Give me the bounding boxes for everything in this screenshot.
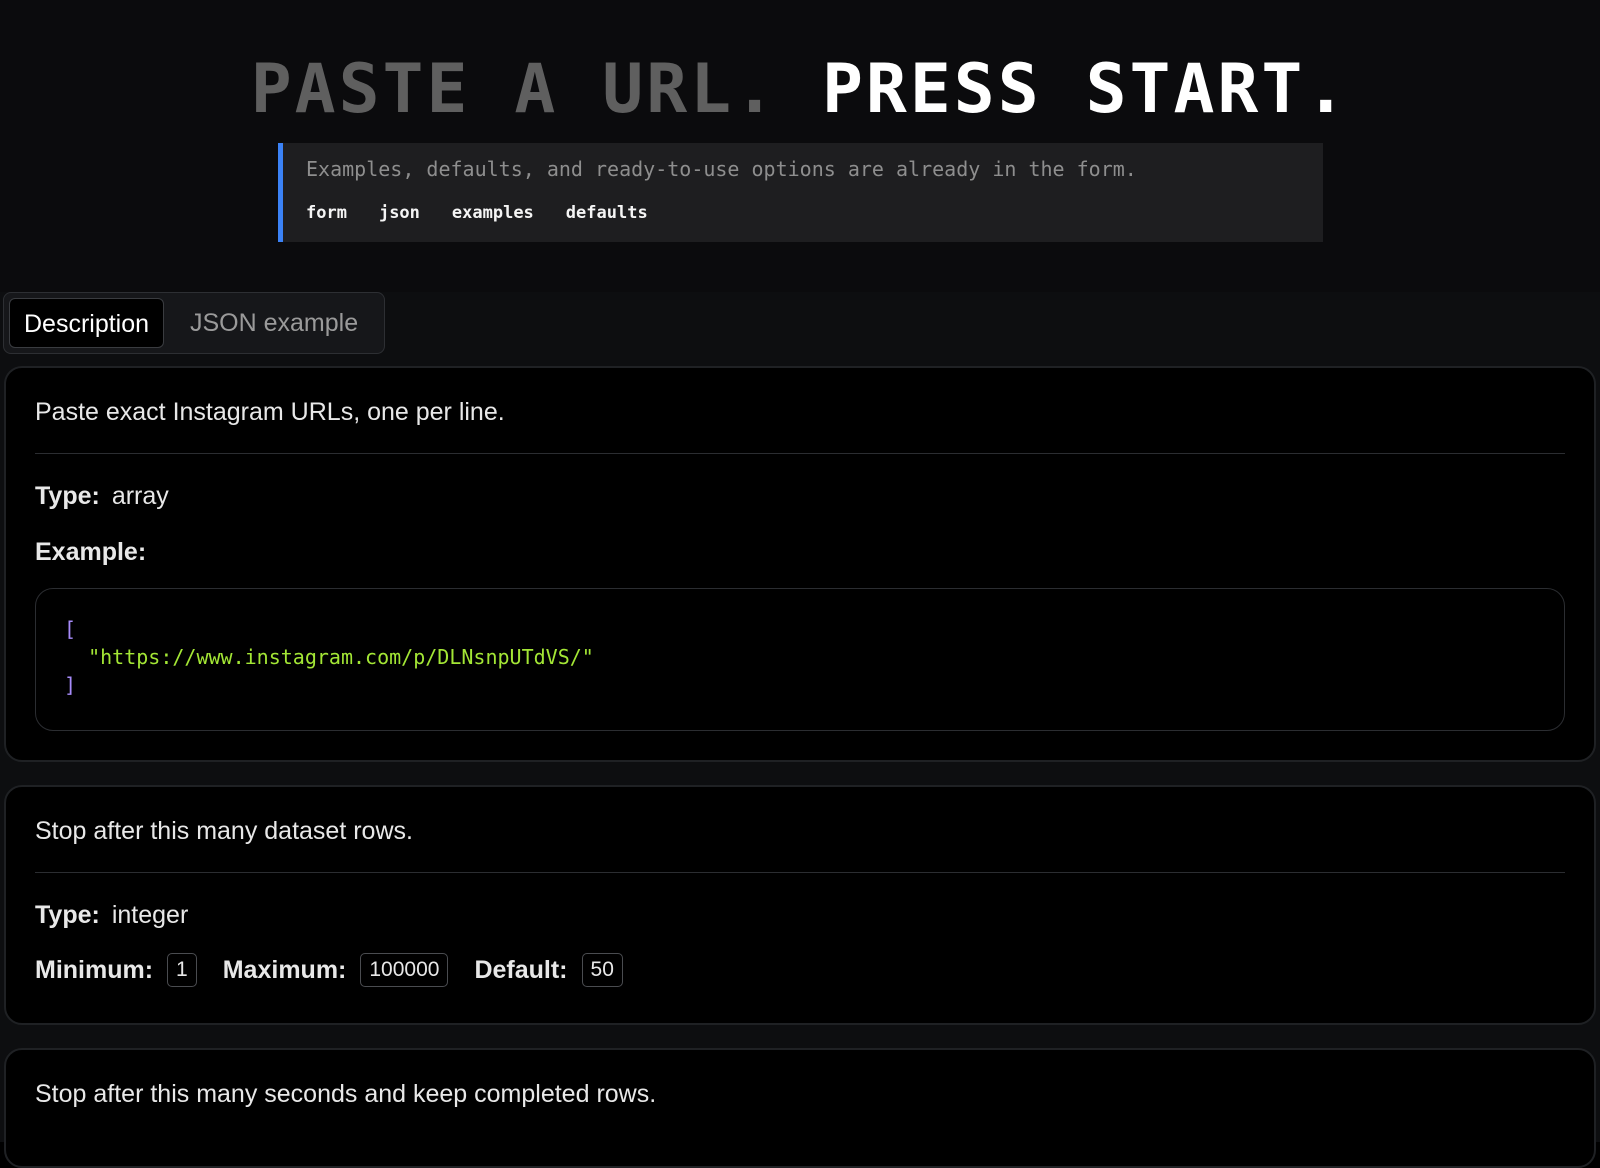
content-area: Description JSON example Paste exact Ins… bbox=[0, 292, 1600, 1168]
code-open-bracket: [ bbox=[64, 617, 77, 641]
field-description: Paste exact Instagram URLs, one per line… bbox=[35, 398, 505, 426]
default-value: 50 bbox=[581, 953, 623, 987]
hero-title-dim: PASTE A URL. bbox=[250, 50, 779, 129]
divider bbox=[35, 453, 1565, 454]
constraints-row: Minimum: 1 Maximum: 100000 Default: 50 bbox=[35, 953, 649, 987]
maximum-label: Maximum: bbox=[222, 955, 347, 984]
field-description: Stop after this many dataset rows. bbox=[35, 817, 413, 845]
code-close-bracket: ] bbox=[64, 673, 77, 697]
hero-section: PASTE A URL. PRESS START. Examples, defa… bbox=[0, 0, 1600, 292]
tag-defaults: defaults bbox=[565, 203, 648, 223]
callout-text: Examples, defaults, and ready-to-use opt… bbox=[306, 157, 1137, 181]
example-label: Example: bbox=[35, 538, 147, 566]
type-value: integer bbox=[111, 901, 189, 929]
type-label: Type: bbox=[35, 901, 100, 929]
example-code-block: [ "https://www.instagram.com/p/DLNsnpUTd… bbox=[35, 588, 1565, 731]
type-row: Type: array bbox=[35, 482, 169, 511]
maximum-value: 100000 bbox=[360, 953, 449, 987]
example-code: [ "https://www.instagram.com/p/DLNsnpUTd… bbox=[64, 615, 594, 699]
callout-tags: form json examples defaults bbox=[306, 203, 648, 223]
field-card-timeout: Stop after this many seconds and keep co… bbox=[4, 1048, 1596, 1168]
type-row: Type: integer bbox=[35, 901, 188, 930]
field-card-max-rows: Stop after this many dataset rows. Type:… bbox=[4, 785, 1596, 1025]
minimum-value: 1 bbox=[167, 953, 197, 987]
tag-examples: examples bbox=[451, 203, 534, 223]
example-row: Example: bbox=[35, 538, 146, 567]
default-label: Default: bbox=[474, 955, 568, 984]
info-callout: Examples, defaults, and ready-to-use opt… bbox=[278, 143, 1323, 242]
type-value: array bbox=[111, 482, 169, 510]
tab-bar: Description JSON example bbox=[3, 292, 385, 354]
tab-json-example[interactable]: JSON example bbox=[176, 298, 372, 348]
hero-title-bright: PRESS START. bbox=[821, 50, 1350, 129]
field-card-urls: Paste exact Instagram URLs, one per line… bbox=[4, 366, 1596, 762]
tab-description[interactable]: Description bbox=[9, 298, 165, 348]
divider bbox=[35, 872, 1565, 873]
minimum-label: Minimum: bbox=[35, 955, 154, 984]
type-label: Type: bbox=[35, 482, 100, 510]
tag-form: form bbox=[306, 203, 347, 223]
field-description: Stop after this many seconds and keep co… bbox=[35, 1080, 657, 1108]
hero-title: PASTE A URL. PRESS START. bbox=[0, 48, 1600, 132]
code-url-string: "https://www.instagram.com/p/DLNsnpUTdVS… bbox=[88, 645, 594, 669]
tag-json: json bbox=[378, 203, 420, 223]
